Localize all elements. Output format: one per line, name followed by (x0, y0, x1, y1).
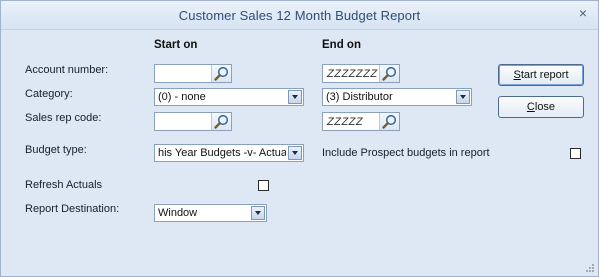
category-end-value: (3) Distributor (326, 91, 393, 103)
category-start-select[interactable]: (0) - none (154, 88, 304, 106)
account-number-start-field[interactable] (154, 64, 232, 83)
account-number-end-field[interactable]: ZZZZZZZ (322, 64, 400, 83)
close-icon[interactable]: × (576, 6, 590, 20)
close-accesskey: C (526, 101, 535, 113)
sales-rep-end-lookup-button[interactable] (379, 113, 399, 130)
report-destination-value: Window (158, 207, 198, 219)
sales-rep-end-value: ZZZZZ (327, 116, 364, 128)
report-destination-select[interactable]: Window (154, 204, 267, 222)
category-label: Category: (25, 88, 73, 100)
sales-rep-end-field[interactable]: ZZZZZ (322, 112, 400, 131)
title-bar: Customer Sales 12 Month Budget Report × (1, 1, 598, 30)
start-on-header: Start on (154, 39, 198, 51)
chevron-down-icon[interactable] (288, 90, 302, 104)
start-report-button[interactable]: Start report (498, 64, 584, 86)
chevron-down-icon[interactable] (251, 206, 265, 220)
magnifier-icon (382, 66, 397, 81)
resize-grip-icon[interactable] (585, 263, 595, 273)
dialog-title: Customer Sales 12 Month Budget Report (178, 8, 421, 23)
report-destination-label: Report Destination: (25, 203, 120, 215)
sales-rep-code-label: Sales rep code: (25, 112, 102, 124)
refresh-actuals-label: Refresh Actuals (25, 179, 103, 191)
start-report-accesskey: S (513, 69, 521, 81)
refresh-actuals-checkbox[interactable] (258, 180, 269, 191)
report-dialog: Customer Sales 12 Month Budget Report × … (0, 0, 599, 277)
sales-rep-start-lookup-button[interactable] (211, 113, 231, 130)
chevron-down-icon[interactable] (456, 90, 470, 104)
account-number-end-value: ZZZZZZZ (327, 68, 378, 80)
budget-type-value: his Year Budgets -v- Actuals (158, 147, 286, 159)
account-number-end-lookup-button[interactable] (379, 65, 399, 82)
magnifier-icon (214, 66, 229, 81)
account-number-start-lookup-button[interactable] (211, 65, 231, 82)
include-prospect-label: Include Prospect budgets in report (322, 147, 490, 159)
chevron-down-icon[interactable] (288, 146, 302, 160)
magnifier-icon (214, 114, 229, 129)
close-button[interactable]: Close (498, 96, 584, 118)
include-prospect-checkbox[interactable] (570, 148, 581, 159)
end-on-header: End on (322, 39, 361, 51)
sales-rep-start-field[interactable] (154, 112, 232, 131)
magnifier-icon (382, 114, 397, 129)
start-report-label: tart report (520, 69, 569, 81)
category-start-value: (0) - none (158, 91, 206, 103)
close-label: lose (534, 101, 556, 113)
category-end-select[interactable]: (3) Distributor (322, 88, 472, 106)
budget-type-label: Budget type: (25, 144, 87, 156)
account-number-label: Account number: (25, 64, 109, 76)
budget-type-select[interactable]: his Year Budgets -v- Actuals (154, 144, 304, 162)
